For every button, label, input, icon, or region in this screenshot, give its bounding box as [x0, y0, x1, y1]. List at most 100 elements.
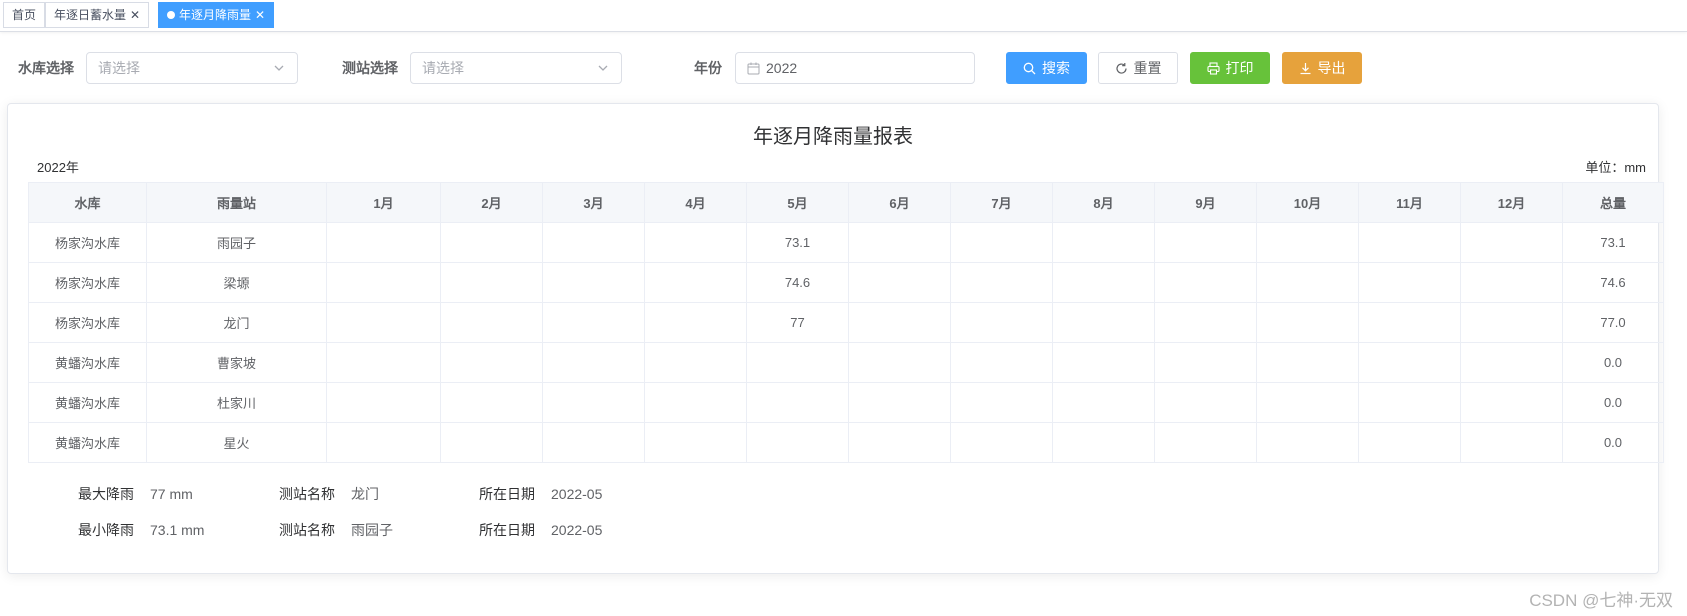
table-cell	[542, 302, 645, 343]
column-header: 7月	[950, 182, 1053, 223]
tags-view-bar: 首页 年逐日蓄水量 ✕ 年逐月降雨量 ✕	[0, 0, 1687, 32]
table-cell	[746, 342, 849, 383]
print-button-label: 打印	[1225, 60, 1254, 76]
column-header: 5月	[746, 182, 849, 223]
table-cell: 74.6	[746, 262, 849, 303]
table-cell	[950, 342, 1053, 383]
table-cell: 梁塬	[146, 262, 327, 303]
max-station-value: 龙门	[351, 486, 379, 502]
export-button[interactable]: 导出	[1282, 52, 1362, 84]
search-button[interactable]: 搜索	[1006, 52, 1087, 84]
column-header: 4月	[644, 182, 747, 223]
table-cell	[950, 262, 1053, 303]
table-cell	[950, 222, 1053, 263]
max-date-item: 所在日期 2022-05	[479, 484, 602, 504]
watermark: CSDN @七神·无双	[1529, 591, 1673, 610]
table-row: 黄蟠沟水库 星火 0.0	[28, 422, 1664, 463]
table-body: 杨家沟水库 雨园子 73.1 73.1 杨家沟水库 梁塬 74.6 74.6 杨家沟水库 龙门 77…	[28, 222, 1664, 463]
table-cell: 杨家沟水库	[28, 262, 147, 303]
table-cell	[326, 422, 441, 463]
table-cell	[1460, 382, 1563, 423]
refresh-icon	[1115, 63, 1127, 74]
chevron-down-icon	[274, 65, 284, 71]
year-picker[interactable]: 2022	[735, 52, 975, 84]
min-station-item: 测站名称 雨园子	[279, 520, 393, 540]
column-header: 8月	[1052, 182, 1155, 223]
column-header: 11月	[1358, 182, 1461, 223]
table-header-row: 水库 雨量站 1月 2月 3月 4月 5月 6月 7月 8月 9月 10月 11月 12月 总量	[28, 182, 1664, 223]
table-cell	[644, 342, 747, 383]
table-cell: 0.0	[1562, 342, 1664, 383]
table-cell	[1256, 262, 1359, 303]
table-cell	[1052, 382, 1155, 423]
table-cell: 雨园子	[146, 222, 327, 263]
table-cell	[848, 422, 951, 463]
print-button[interactable]: 打印	[1190, 52, 1270, 84]
reservoir-select-placeholder: 请选择	[98, 60, 140, 76]
report-card: 年逐月降雨量报表 2022年 单位：mm 水库 雨量站 1月 2月 3月 4月 5月 6月 7月…	[7, 103, 1664, 574]
table-cell: 77.0	[1562, 302, 1664, 343]
table-cell	[326, 382, 441, 423]
table-row: 黄蟠沟水库 曹家坡 0.0	[28, 342, 1664, 383]
table-cell: 黄蟠沟水库	[28, 422, 147, 463]
table-cell	[1052, 302, 1155, 343]
reservoir-select[interactable]: 请选择	[86, 52, 298, 84]
table-cell	[848, 222, 951, 263]
table-cell	[1154, 382, 1257, 423]
table-cell	[1460, 342, 1563, 383]
table-cell	[1052, 342, 1155, 383]
report-unit: 单位：mm	[1585, 160, 1646, 175]
table-cell	[542, 342, 645, 383]
column-header: 2月	[440, 182, 543, 223]
table-cell: 曹家坡	[146, 342, 327, 383]
table-cell: 0.0	[1562, 422, 1664, 463]
table-cell	[440, 302, 543, 343]
min-rainfall-value: 73.1 mm	[150, 522, 205, 538]
column-header: 12月	[1460, 182, 1563, 223]
min-station-value: 雨园子	[351, 522, 393, 538]
year-picker-label: 年份	[694, 60, 722, 76]
close-icon[interactable]: ✕	[255, 3, 265, 27]
table-cell: 杨家沟水库	[28, 302, 147, 343]
reservoir-select-label: 水库选择	[18, 60, 74, 76]
tab-yearly-monthly-rainfall[interactable]: 年逐月降雨量 ✕	[158, 2, 275, 28]
table-cell	[440, 422, 543, 463]
station-select-label: 测站选择	[342, 60, 398, 76]
max-date-label: 所在日期	[479, 486, 535, 502]
table-row: 杨家沟水库 雨园子 73.1 73.1	[28, 222, 1664, 263]
table-cell	[1052, 262, 1155, 303]
report-title: 年逐月降雨量报表	[753, 126, 913, 148]
column-header: 1月	[326, 182, 441, 223]
reset-button-label: 重置	[1133, 60, 1162, 76]
table-cell	[1154, 342, 1257, 383]
table-cell	[1358, 422, 1461, 463]
reset-button[interactable]: 重置	[1098, 52, 1178, 84]
table-cell	[1460, 262, 1563, 303]
station-select[interactable]: 请选择	[410, 52, 622, 84]
table-cell: 星火	[146, 422, 327, 463]
table-cell	[848, 382, 951, 423]
table-cell	[326, 222, 441, 263]
max-station-item: 测站名称 龙门	[279, 484, 379, 504]
table-cell: 杨家沟水库	[28, 222, 147, 263]
table-cell	[644, 262, 747, 303]
column-header: 总量	[1562, 182, 1664, 223]
table-cell: 杜家川	[146, 382, 327, 423]
min-rainfall-item: 最小降雨 73.1 mm	[78, 520, 204, 540]
search-button-label: 搜索	[1042, 60, 1070, 76]
tab-label: 首页	[12, 8, 37, 22]
table-cell	[1358, 262, 1461, 303]
close-icon[interactable]: ✕	[130, 3, 140, 27]
table-cell	[848, 302, 951, 343]
table-cell	[1460, 222, 1563, 263]
tab-yearly-daily-storage[interactable]: 年逐日蓄水量 ✕	[45, 2, 150, 28]
table-cell	[644, 382, 747, 423]
tab-label: 年逐月降雨量	[179, 8, 252, 22]
download-icon	[1300, 63, 1310, 75]
table-cell	[1154, 422, 1257, 463]
tab-home[interactable]: 首页	[3, 2, 46, 28]
calendar-icon	[747, 62, 760, 75]
table-cell	[542, 422, 645, 463]
table-cell	[1052, 222, 1155, 263]
table-cell	[1256, 302, 1359, 343]
